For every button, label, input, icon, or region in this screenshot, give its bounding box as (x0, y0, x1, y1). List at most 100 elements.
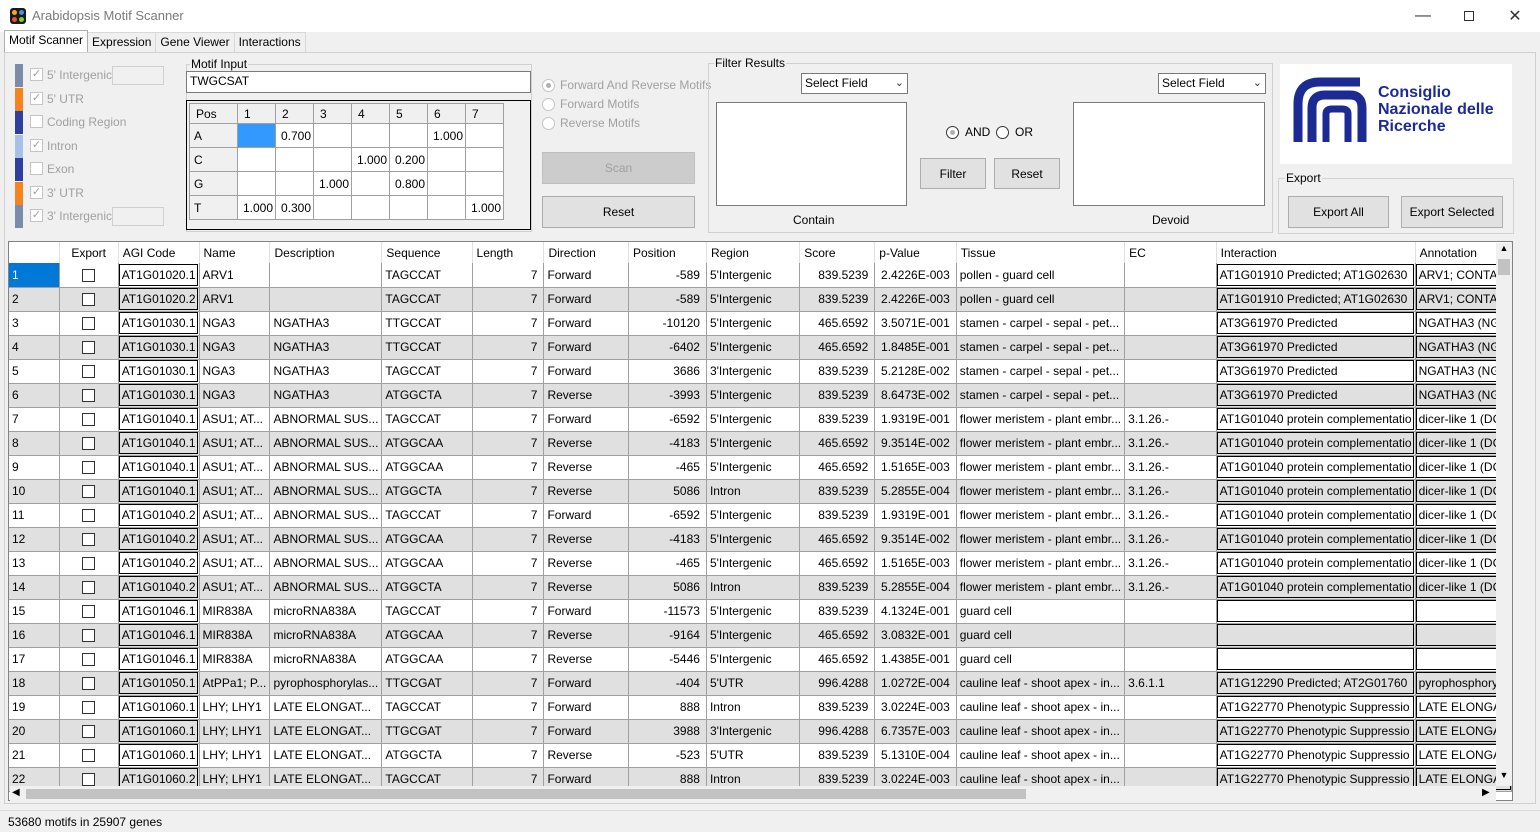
cell-description[interactable]: NGATHA3 (269, 311, 383, 336)
region-checkbox[interactable]: ✓ (30, 185, 43, 199)
cell-position[interactable]: -11573 (628, 599, 707, 624)
row-index-cell[interactable]: 20 (9, 719, 60, 744)
cell-score[interactable]: 839.5239 (799, 695, 876, 720)
cell-tissue[interactable]: flower meristem - plant embr... (956, 431, 1126, 456)
cell-ec[interactable]: 3.1.26.- (1124, 479, 1217, 504)
weight-cell[interactable]: 0.800 (389, 171, 428, 196)
cell-ec[interactable] (1124, 623, 1217, 648)
cell-description[interactable]: ABNORMAL SUS... (269, 407, 383, 432)
row-index-cell[interactable]: 12 (9, 527, 60, 552)
cell-length[interactable]: 7 (472, 287, 545, 312)
cell-sequence[interactable]: TAGCCAT (381, 407, 473, 432)
tab-expression[interactable]: Expression (87, 32, 157, 52)
cell-agi-code[interactable]: AT1G01046.1 (118, 599, 200, 624)
row-index-cell[interactable]: 15 (9, 599, 60, 624)
weight-cell[interactable] (275, 147, 314, 172)
scroll-down-icon[interactable]: ▼ (1498, 770, 1510, 784)
cell-tissue[interactable]: stamen - carpel - sepal - pet... (956, 359, 1126, 384)
cell-direction[interactable]: Reverse (543, 527, 629, 552)
row-index-cell[interactable]: 3 (9, 311, 60, 336)
cell-sequence[interactable]: TAGCCAT (381, 359, 473, 384)
weight-cell[interactable] (351, 195, 390, 220)
cell-tissue[interactable]: cauline leaf - shoot apex - in... (956, 743, 1126, 768)
table-row[interactable]: 16 AT1G01046.1 MIR838A microRNA838A ATGGCAA 7… (9, 623, 1512, 648)
cell-direction[interactable]: Reverse (543, 383, 629, 408)
cell-name[interactable]: ASU1; AT... (199, 407, 271, 432)
region-checkbox[interactable] (30, 115, 43, 128)
devoid-list[interactable] (1073, 102, 1265, 206)
cell-p-value[interactable]: 8.6473E-002 (874, 383, 957, 408)
region-item[interactable]: ✓ 5' UTR (12, 87, 172, 111)
table-row[interactable]: 12 AT1G01040.2 ASU1; AT... ABNORMAL SUS... A… (9, 527, 1512, 552)
weight-cell[interactable]: 1.000 (351, 147, 390, 172)
cell-interaction[interactable]: AT1G01910 Predicted; AT1G02630 (1216, 287, 1416, 312)
weight-cell[interactable]: 0.300 (275, 195, 314, 220)
cell-length[interactable]: 7 (472, 455, 545, 480)
cell-direction[interactable]: Reverse (543, 647, 629, 672)
table-row[interactable]: 19 AT1G01060.1 LHY; LHY1 LATE ELONGAT... TAG… (9, 695, 1512, 720)
cell-ec[interactable]: 3.1.26.- (1124, 551, 1217, 576)
cell-direction[interactable]: Forward (543, 719, 629, 744)
region-checkbox[interactable]: ✓ (30, 209, 43, 222)
cell-sequence[interactable]: TAGCCAT (381, 287, 473, 312)
cell-name[interactable]: LHY; LHY1 (199, 743, 271, 768)
cell-sequence[interactable]: ATGGCTA (381, 575, 473, 600)
export-checkbox[interactable] (82, 509, 96, 523)
cell-description[interactable]: ABNORMAL SUS... (269, 503, 383, 528)
cell-agi-code[interactable]: AT1G01046.1 (118, 647, 200, 672)
cell-p-value[interactable]: 5.2128E-002 (874, 359, 957, 384)
cell-interaction[interactable]: AT3G61970 Predicted (1216, 311, 1416, 336)
cell-sequence[interactable]: TAGCCAT (381, 503, 473, 528)
position-weight-grid[interactable]: Pos 1 2 3 4 5 6 7 A 0.700 1.000 C 1.000 0.200 G 1.000 0.… (186, 100, 531, 230)
cell-length[interactable]: 7 (472, 743, 545, 768)
row-index-cell[interactable]: 8 (9, 431, 60, 456)
cell-sequence[interactable]: TAGCCAT (381, 599, 473, 624)
cell-direction[interactable]: Forward (543, 695, 629, 720)
cell-position[interactable]: -3993 (628, 383, 707, 408)
cell-interaction[interactable]: AT1G22770 Phenotypic Suppressio (1216, 695, 1416, 720)
cell-tissue[interactable]: guard cell (956, 599, 1126, 624)
cell-name[interactable]: NGA3 (199, 359, 271, 384)
table-row[interactable]: 13 AT1G01040.2 ASU1; AT... ABNORMAL SUS... A… (9, 551, 1512, 576)
cell-name[interactable]: MIR838A (199, 599, 271, 624)
tab-gene-viewer[interactable]: Gene Viewer (155, 32, 235, 52)
cell-score[interactable]: 839.5239 (799, 287, 876, 312)
cell-region[interactable]: 5'Intergenic (706, 335, 801, 360)
cell-description[interactable]: microRNA838A (269, 599, 383, 624)
export-checkbox[interactable] (82, 437, 96, 451)
cell-position[interactable]: -465 (628, 551, 707, 576)
cell-tissue[interactable]: cauline leaf - shoot apex - in... (956, 719, 1126, 744)
cell-position[interactable]: -5446 (628, 647, 707, 672)
radio-button[interactable] (996, 126, 1009, 139)
cell-direction[interactable]: Forward (543, 359, 629, 384)
cell-description[interactable]: ABNORMAL SUS... (269, 455, 383, 480)
cell-region[interactable]: 5'Intergenic (706, 647, 801, 672)
cell-position[interactable]: 3988 (628, 719, 707, 744)
cell-p-value[interactable]: 1.9319E-001 (874, 503, 957, 528)
cell-agi-code[interactable]: AT1G01040.1 (118, 407, 200, 432)
cell-region[interactable]: 5'Intergenic (706, 527, 801, 552)
cell-direction[interactable]: Forward (543, 335, 629, 360)
export-checkbox[interactable] (82, 413, 96, 427)
cell-length[interactable]: 7 (472, 359, 545, 384)
cell-name[interactable]: NGA3 (199, 383, 271, 408)
cell-description[interactable]: ABNORMAL SUS... (269, 479, 383, 504)
cell-name[interactable]: ASU1; AT... (199, 503, 271, 528)
region-item[interactable]: ✓ Intron (12, 134, 172, 158)
cell-sequence[interactable]: ATGGCAA (381, 551, 473, 576)
region-length-input[interactable] (112, 207, 164, 226)
weight-cell[interactable] (351, 123, 390, 148)
column-header[interactable] (9, 242, 60, 263)
cell-interaction[interactable] (1216, 647, 1416, 672)
cell-sequence[interactable]: ATGGCAA (381, 527, 473, 552)
export-selected-button[interactable]: Export Selected (1401, 196, 1503, 228)
horizontal-scrollbar[interactable]: ◀ ▶ (10, 786, 1496, 802)
table-row[interactable]: 5 AT1G01030.1 NGA3 NGATHA3 TAGCCAT 7 Forward 36… (9, 359, 1512, 384)
table-row[interactable]: 17 AT1G01046.1 MIR838A microRNA838A ATGGCAA 7… (9, 647, 1512, 672)
radio-button[interactable] (542, 79, 555, 92)
cell-sequence[interactable]: TAGCCAT (381, 695, 473, 720)
cell-sequence[interactable]: ATGGCTA (381, 383, 473, 408)
cell-p-value[interactable]: 4.1324E-001 (874, 599, 957, 624)
cell-direction[interactable]: Reverse (543, 551, 629, 576)
row-index-cell[interactable]: 2 (9, 287, 60, 312)
